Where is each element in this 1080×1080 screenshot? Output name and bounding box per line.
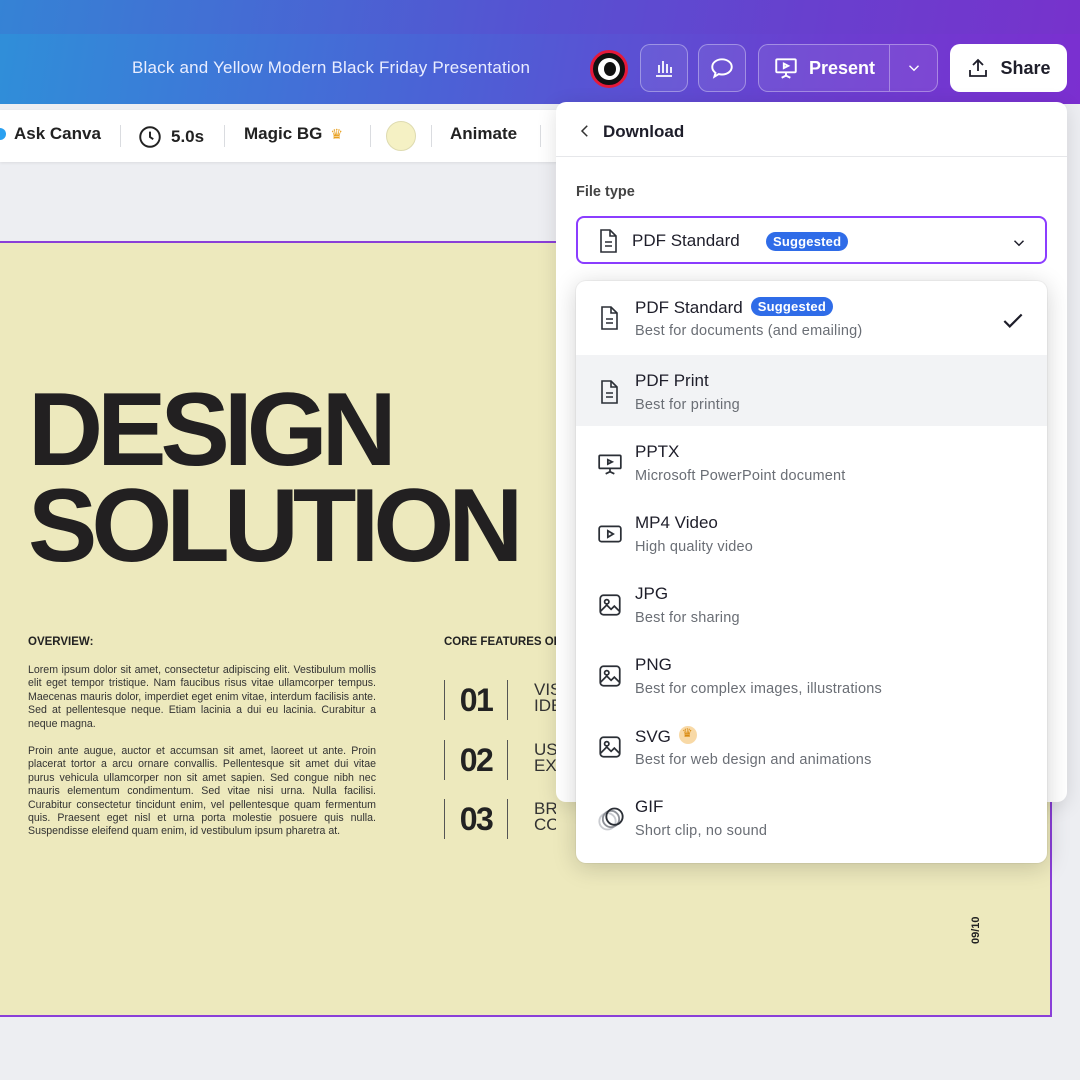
header-top-strip bbox=[0, 0, 1080, 34]
background-color-swatch[interactable] bbox=[386, 121, 416, 151]
comment-icon bbox=[711, 58, 733, 79]
toolbar-divider bbox=[370, 125, 371, 147]
file-type-select[interactable]: PDF Standard Suggested bbox=[576, 216, 1047, 264]
user-avatar[interactable] bbox=[590, 50, 628, 88]
editor-toolbar: Ask Canva 5.0s Magic BG ♛ Animate bbox=[0, 110, 580, 162]
suggested-badge: Suggested bbox=[750, 297, 833, 316]
magic-bg-button[interactable]: Magic BG ♛ bbox=[244, 124, 343, 144]
animate-button[interactable]: Animate bbox=[450, 124, 517, 144]
feature-number: 03 bbox=[444, 799, 508, 839]
option-name: PDF Standard bbox=[635, 298, 743, 317]
file-type-option-png[interactable]: PNG Best for complex images, illustratio… bbox=[576, 639, 1047, 710]
option-name: PNG bbox=[635, 655, 672, 674]
back-button[interactable] bbox=[576, 122, 594, 140]
option-description: Best for sharing bbox=[635, 610, 740, 626]
toolbar-divider bbox=[120, 125, 121, 147]
slide-title-line-2: SOLUTION bbox=[28, 468, 523, 584]
document-icon bbox=[597, 305, 621, 330]
gif-icon bbox=[597, 805, 624, 831]
overview-heading[interactable]: OVERVIEW: bbox=[28, 636, 93, 648]
comment-button[interactable] bbox=[698, 44, 746, 92]
toolbar-divider bbox=[431, 125, 432, 147]
analytics-button[interactable] bbox=[640, 44, 688, 92]
presentation-icon bbox=[597, 450, 622, 475]
feature-item-3[interactable]: 03 BRA CONS bbox=[444, 799, 556, 841]
feature-label: VIS IDE bbox=[534, 680, 556, 715]
file-type-dropdown: PDF Standard Suggested Best for documents… bbox=[576, 281, 1047, 863]
option-description: Best for web design and animations bbox=[635, 752, 872, 768]
feature-number: 01 bbox=[444, 680, 508, 720]
chevron-down-icon bbox=[1010, 234, 1028, 257]
image-icon bbox=[597, 663, 621, 687]
option-name: PDF Print bbox=[635, 371, 709, 390]
overview-paragraph-1[interactable]: Lorem ipsum dolor sit amet, consectetur … bbox=[28, 664, 376, 731]
file-type-option-pptx[interactable]: PPTX Microsoft PowerPoint document bbox=[576, 426, 1047, 497]
option-description: Best for complex images, illustrations bbox=[635, 681, 882, 697]
file-type-label: File type bbox=[576, 184, 635, 200]
option-name: PPTX bbox=[635, 442, 680, 461]
chevron-down-icon bbox=[908, 65, 919, 72]
option-description: Best for printing bbox=[635, 397, 740, 413]
magic-bg-label: Magic BG bbox=[244, 124, 323, 143]
overview-paragraph-2[interactable]: Proin ante augue, auctor et accumsan sit… bbox=[28, 745, 376, 839]
crown-icon: ♛ bbox=[330, 125, 343, 142]
file-type-option-pdf-print[interactable]: PDF Print Best for printing bbox=[576, 355, 1047, 426]
file-type-option-mp4[interactable]: MP4 Video High quality video bbox=[576, 497, 1047, 568]
option-description: High quality video bbox=[635, 539, 754, 555]
ask-canva-button[interactable]: Ask Canva bbox=[0, 124, 101, 144]
slide-title[interactable]: DESIGN SOLUTION bbox=[28, 372, 523, 584]
present-button[interactable]: Present bbox=[758, 44, 890, 92]
image-icon bbox=[597, 592, 621, 616]
present-icon bbox=[775, 58, 797, 79]
option-description: Short clip, no sound bbox=[635, 823, 768, 839]
document-title[interactable]: Black and Yellow Modern Black Friday Pre… bbox=[132, 58, 530, 78]
feature-number: 02 bbox=[444, 740, 508, 780]
present-options-button[interactable] bbox=[890, 44, 938, 92]
ask-canva-label: Ask Canva bbox=[14, 124, 101, 143]
file-type-option-svg[interactable]: SVG Best for web design and animations bbox=[576, 710, 1047, 781]
image-icon bbox=[597, 734, 621, 758]
suggested-badge: Suggested bbox=[766, 232, 849, 251]
video-icon bbox=[597, 521, 622, 545]
toolbar-divider bbox=[540, 125, 541, 147]
share-label: Share bbox=[1000, 57, 1051, 78]
option-name: MP4 Video bbox=[635, 513, 718, 532]
document-icon bbox=[597, 379, 621, 404]
option-name: JPG bbox=[635, 584, 669, 603]
option-name: GIF bbox=[635, 797, 664, 816]
download-title: Download bbox=[603, 122, 685, 141]
ask-canva-icon bbox=[0, 128, 6, 140]
slide-title-line-1: DESIGN bbox=[28, 372, 397, 488]
bar-chart-icon bbox=[656, 61, 672, 77]
download-panel-header: Download bbox=[556, 102, 1067, 157]
share-upload-icon bbox=[969, 58, 988, 77]
chevron-left-icon bbox=[580, 125, 588, 137]
clock-icon bbox=[139, 126, 161, 148]
toolbar-divider bbox=[224, 125, 225, 147]
file-type-option-pdf-standard[interactable]: PDF Standard Suggested Best for documents… bbox=[576, 281, 1047, 352]
option-description: Best for documents (and emailing) bbox=[635, 323, 863, 339]
slide-page-number: 09/10 bbox=[970, 916, 982, 944]
feature-label: BRA CONS bbox=[534, 799, 556, 834]
crown-icon bbox=[678, 726, 697, 744]
document-icon bbox=[596, 228, 620, 259]
editor-header: Black and Yellow Modern Black Friday Pre… bbox=[0, 0, 1080, 104]
duration-label: 5.0s bbox=[171, 127, 205, 146]
option-name: SVG bbox=[635, 727, 671, 746]
feature-item-1[interactable]: 01 VIS IDE bbox=[444, 680, 556, 722]
checkmark-icon bbox=[1000, 308, 1026, 339]
core-features-heading[interactable]: CORE FEATURES OF bbox=[444, 636, 556, 648]
file-type-selected-value: PDF Standard bbox=[632, 231, 740, 250]
feature-item-2[interactable]: 02 US EX bbox=[444, 740, 556, 782]
option-name-row: PDF Standard Suggested bbox=[635, 297, 833, 318]
present-label: Present bbox=[808, 57, 876, 78]
file-type-option-gif[interactable]: GIF Short clip, no sound bbox=[576, 781, 1047, 852]
feature-label: US EX bbox=[534, 740, 556, 775]
option-description: Microsoft PowerPoint document bbox=[635, 468, 846, 484]
duration-button[interactable]: 5.0s bbox=[137, 124, 204, 150]
animate-label: Animate bbox=[450, 124, 518, 143]
file-type-option-jpg[interactable]: JPG Best for sharing bbox=[576, 568, 1047, 639]
option-name-row: SVG bbox=[635, 726, 697, 747]
share-button[interactable]: Share bbox=[950, 44, 1067, 92]
